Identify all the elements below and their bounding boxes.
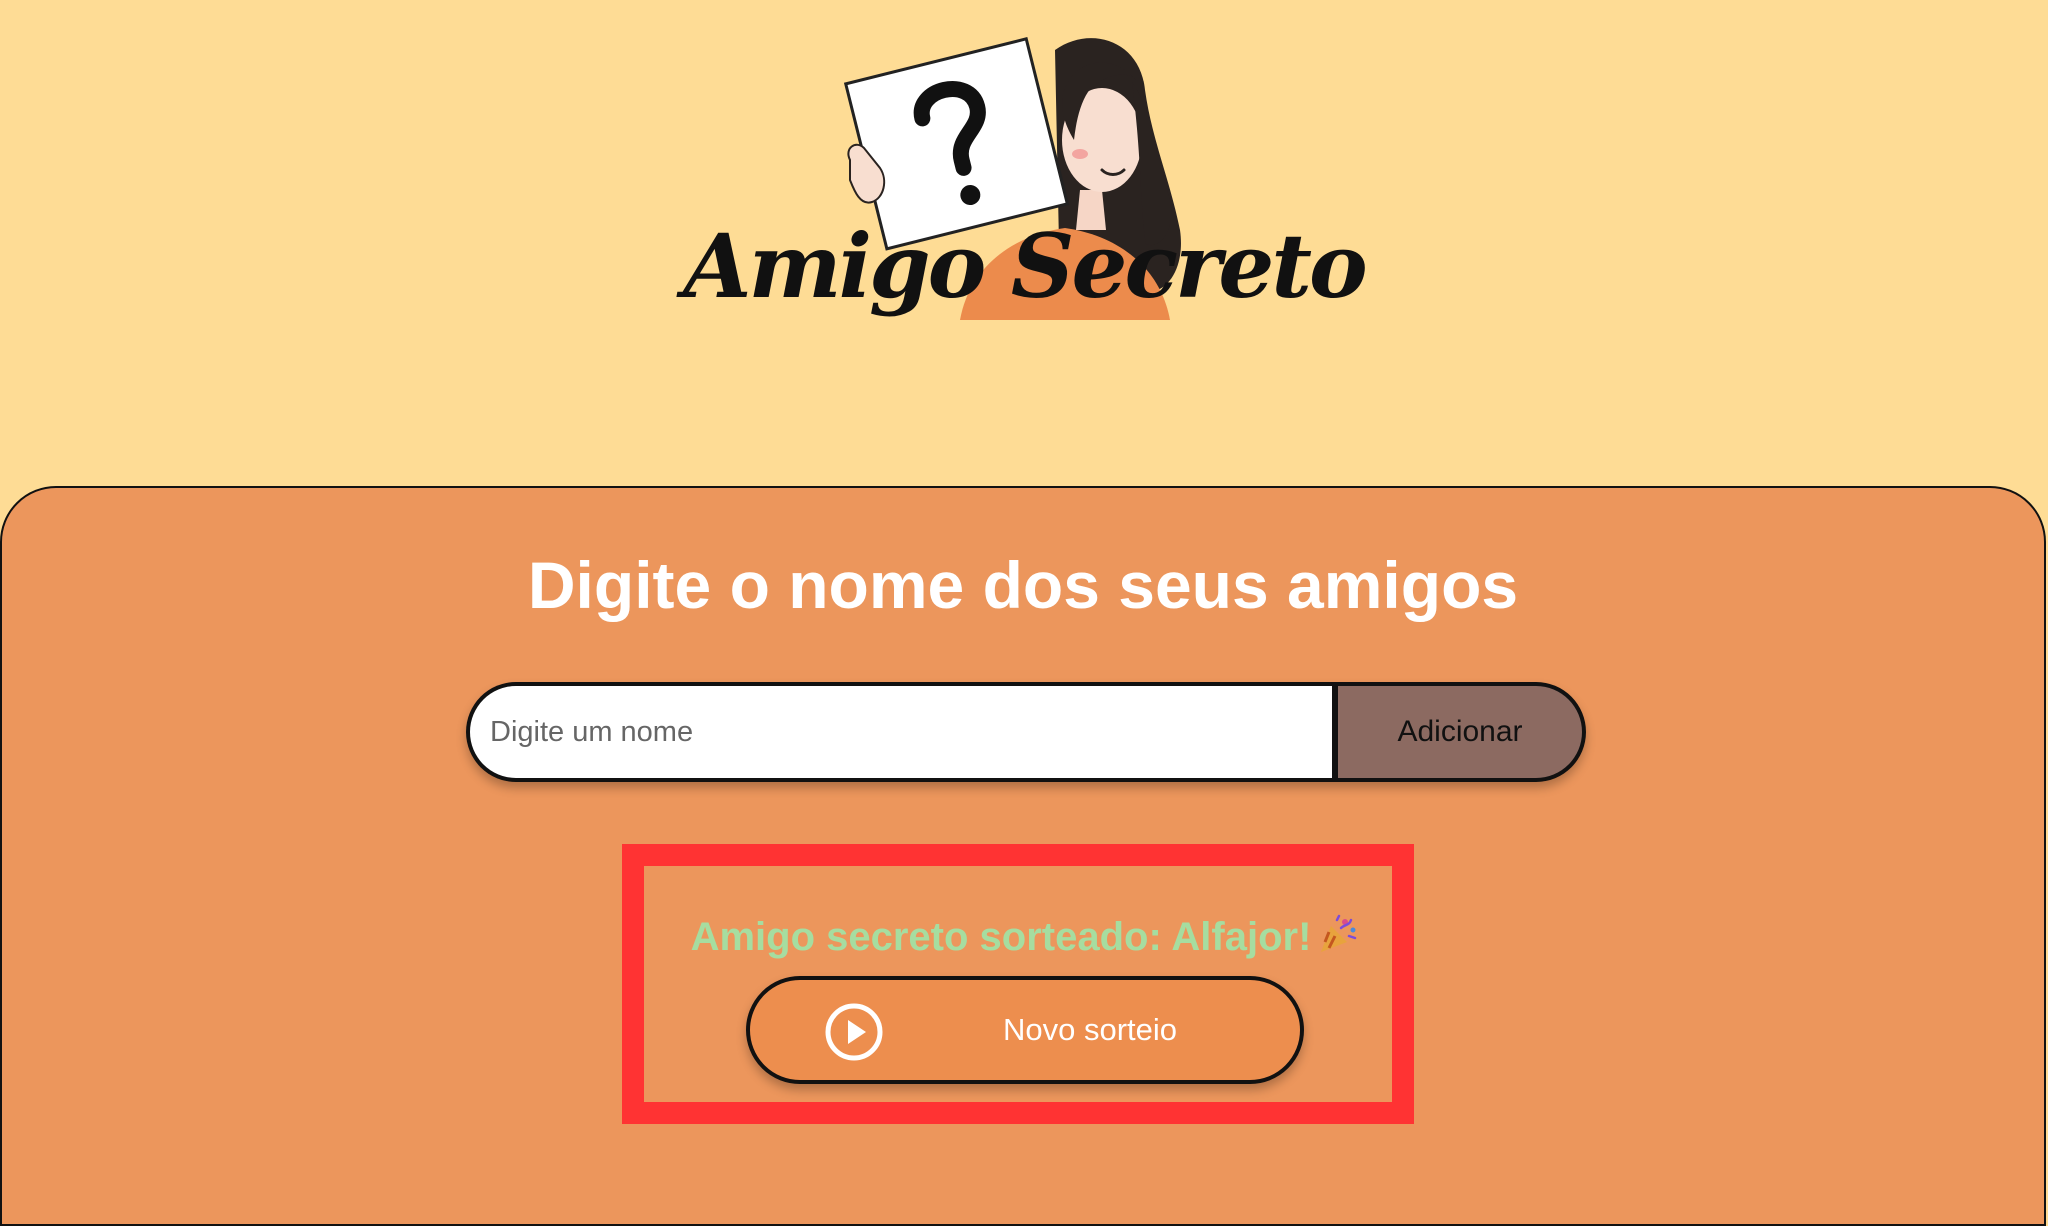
add-friend-form: Adicionar (466, 682, 1586, 782)
new-draw-button[interactable]: Novo sorteio (746, 976, 1304, 1084)
draw-result: Amigo secreto sorteado: Alfajor! (2, 914, 2048, 963)
app-header: Amigo Secreto (0, 0, 2048, 488)
main-panel: Digite o nome dos seus amigos Adicionar … (0, 486, 2046, 1226)
draw-result-text: Amigo secreto sorteado: Alfajor! (690, 915, 1312, 959)
app-title: Amigo Secreto (683, 214, 1368, 318)
add-button[interactable]: Adicionar (1332, 682, 1586, 782)
friend-name-input[interactable] (466, 682, 1334, 782)
party-popper-icon (1317, 914, 1359, 963)
new-draw-label: Novo sorteio (1002, 1012, 1178, 1047)
play-circle-icon (825, 1003, 883, 1061)
section-title: Digite o nome dos seus amigos (527, 548, 1519, 622)
